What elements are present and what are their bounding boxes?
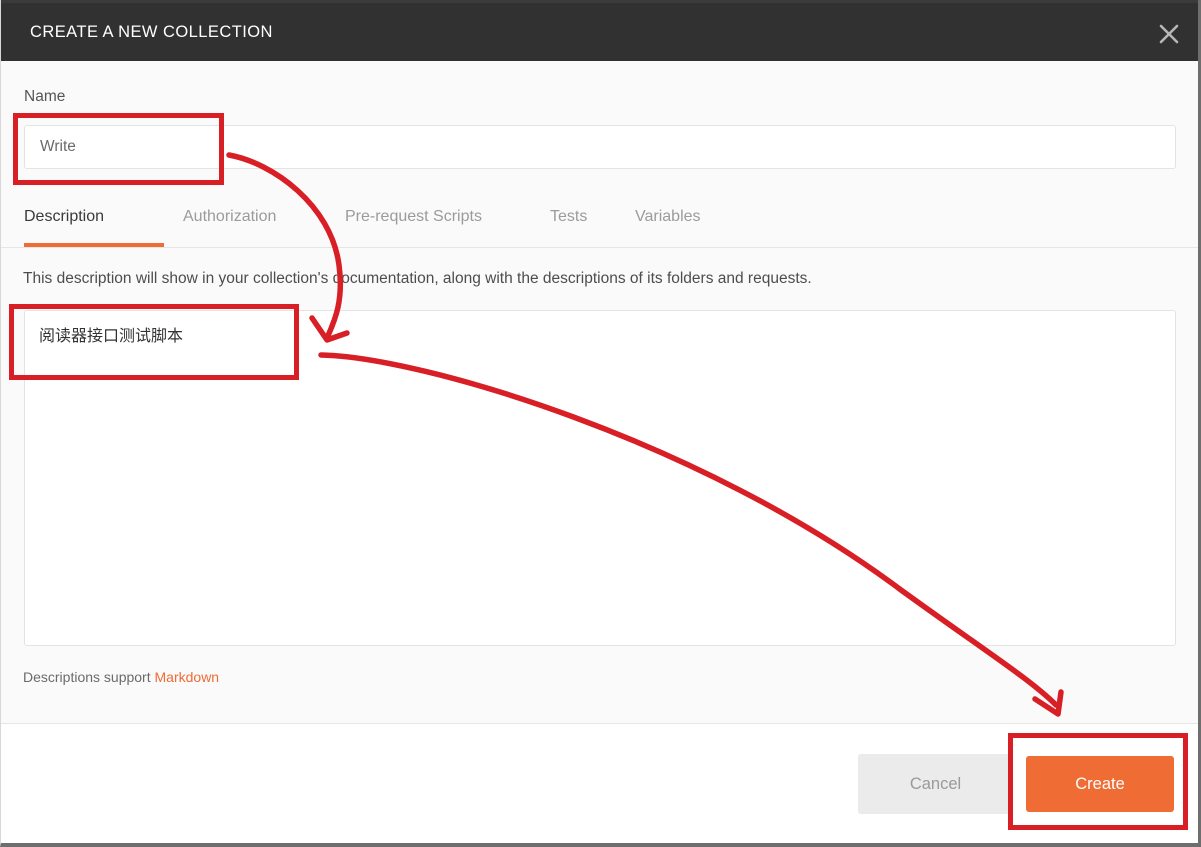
modal-header: CREATE A NEW COLLECTION <box>1 0 1198 61</box>
create-button[interactable]: Create <box>1026 756 1174 812</box>
tab-variables[interactable]: Variables <box>635 193 720 247</box>
modal-title: CREATE A NEW COLLECTION <box>30 23 273 41</box>
name-input[interactable] <box>24 125 1176 169</box>
markdown-link[interactable]: Markdown <box>155 669 220 685</box>
markdown-note: Descriptions support Markdown <box>23 669 219 685</box>
tab-authorization[interactable]: Authorization <box>183 193 308 247</box>
tab-pre-request-scripts[interactable]: Pre-request Scripts <box>345 193 510 247</box>
modal-body: Name Description Authorization Pre-reque… <box>1 61 1198 723</box>
description-textarea[interactable] <box>24 310 1176 646</box>
close-icon[interactable] <box>1152 17 1186 51</box>
cancel-button[interactable]: Cancel <box>858 754 1013 814</box>
description-helper-text: This description will show in your colle… <box>23 270 812 287</box>
name-field-label: Name <box>24 88 66 105</box>
modal-footer: Cancel Create <box>1 723 1198 843</box>
tab-tests[interactable]: Tests <box>550 193 597 247</box>
screenshot-root: CREATE A NEW COLLECTION Name Description… <box>0 0 1201 847</box>
markdown-note-text: Descriptions support <box>23 669 155 685</box>
tab-bar: Description Authorization Pre-request Sc… <box>1 193 1198 248</box>
tab-description[interactable]: Description <box>24 193 164 247</box>
